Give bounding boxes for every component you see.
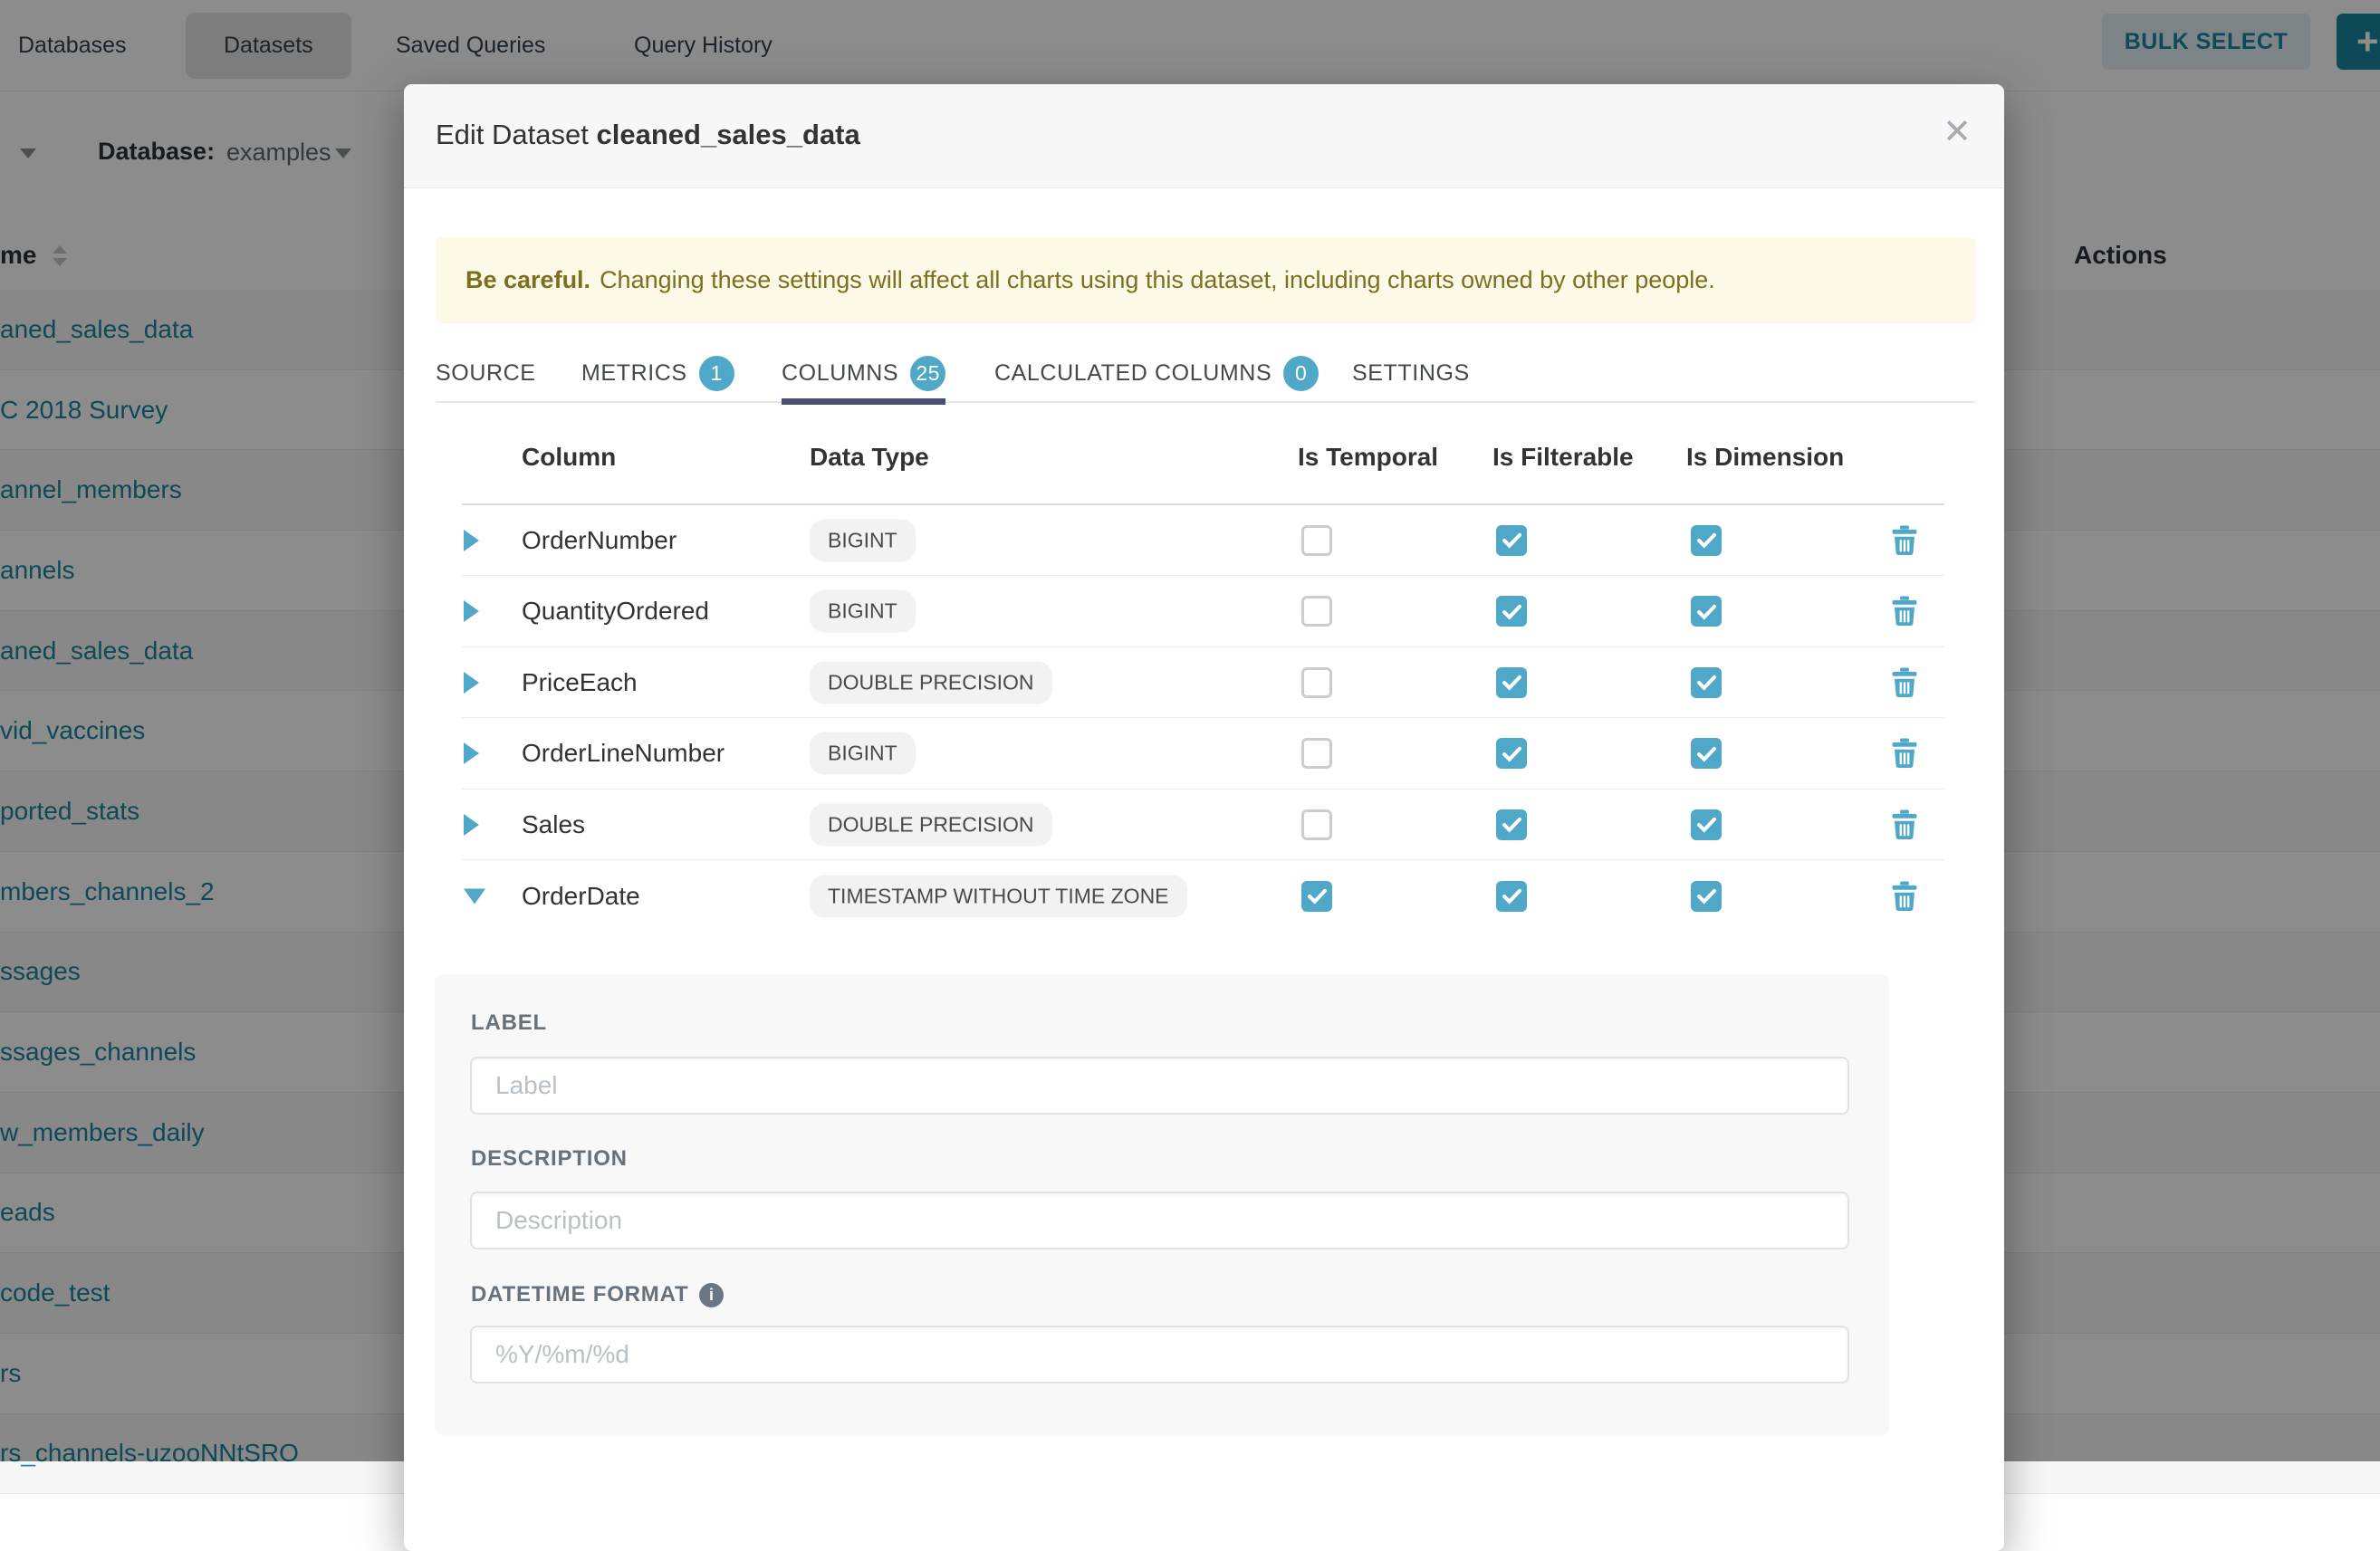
is-temporal-checkbox[interactable] [1301,809,1332,840]
column-row-OrderLineNumber: OrderLineNumber BIGINT [462,718,1944,790]
is-temporal-checkbox[interactable] [1301,881,1332,912]
description-input[interactable] [470,1192,1849,1249]
caret-right-icon [464,742,479,764]
delete-column-icon[interactable] [1891,525,1918,555]
data-type-pill: TIMESTAMP WITHOUT TIME ZONE [810,875,1187,917]
tab-source[interactable]: SOURCE [436,345,536,401]
delete-column-icon[interactable] [1891,597,1918,627]
column-name: PriceEach [522,668,638,697]
description-field-label: DESCRIPTION [471,1146,628,1172]
modal-title-dataset-name: cleaned_sales_data [597,119,860,150]
columns-table-header-column: Column [522,443,616,472]
tab-count-badge: 25 [910,356,945,391]
modal-header: Edit Dataset cleaned_sales_data ✕ [404,84,2004,188]
info-icon[interactable]: i [699,1283,724,1307]
is-dimension-checkbox[interactable] [1691,738,1722,769]
tab-label: COLUMNS [782,360,898,387]
column-detail-panel: LABEL DESCRIPTION DATETIME FORMAT i [435,974,1889,1435]
column-row-OrderDate: OrderDate TIMESTAMP WITHOUT TIME ZONE [462,860,1944,932]
column-row-OrderNumber: OrderNumber BIGINT [462,504,1944,576]
warning-banner-text: Changing these settings will affect all … [600,266,1715,294]
is-dimension-checkbox[interactable] [1691,667,1722,698]
column-row-Sales: Sales DOUBLE PRECISION [462,789,1944,860]
column-row-QuantityOrdered: QuantityOrdered BIGINT [462,576,1944,647]
datetime-format-label-text: DATETIME FORMAT [471,1282,688,1307]
is-temporal-checkbox[interactable] [1301,738,1332,769]
expand-caret-icon[interactable] [464,530,479,551]
data-type-pill: BIGINT [810,732,916,775]
is-filterable-checkbox[interactable] [1496,738,1527,769]
is-temporal-checkbox[interactable] [1301,667,1332,698]
column-row-PriceEach: PriceEach DOUBLE PRECISION [462,646,1944,718]
delete-column-icon[interactable] [1891,739,1918,769]
expand-caret-icon[interactable] [464,600,479,622]
modal-title: Edit Dataset cleaned_sales_data [436,119,860,151]
tab-calculated-columns[interactable]: CALCULATED COLUMNS 0 [994,345,1319,401]
tab-label: CALCULATED COLUMNS [994,360,1272,387]
is-filterable-checkbox[interactable] [1496,881,1527,912]
caret-right-icon [464,672,479,694]
tab-settings[interactable]: SETTINGS [1352,345,1470,401]
data-type-pill: DOUBLE PRECISION [810,803,1052,846]
tab-label: METRICS [581,360,687,387]
warning-banner-bold: Be careful. [465,266,590,294]
edit-dataset-modal: Edit Dataset cleaned_sales_data ✕ Be car… [404,84,2004,1551]
column-name: QuantityOrdered [522,597,709,626]
delete-column-icon[interactable] [1891,667,1918,697]
modal-title-prefix: Edit Dataset [436,119,589,150]
expand-caret-icon[interactable] [464,672,479,694]
is-dimension-checkbox[interactable] [1691,809,1722,840]
caret-right-icon [464,600,479,622]
modal-tabs: SOURCE METRICS 1 COLUMNS 25 CALCULATED COLUMN… [436,345,1975,403]
column-name: OrderNumber [522,526,677,555]
expand-caret-icon[interactable] [464,814,479,836]
is-temporal-checkbox[interactable] [1301,525,1332,556]
columns-table-header-is-filterable: Is Filterable [1492,443,1634,472]
is-dimension-checkbox[interactable] [1691,881,1722,912]
column-name: Sales [522,810,585,839]
collapse-caret-icon[interactable] [464,888,485,904]
delete-column-icon[interactable] [1891,809,1918,839]
is-dimension-checkbox[interactable] [1691,596,1722,627]
is-filterable-checkbox[interactable] [1496,809,1527,840]
column-name: OrderLineNumber [522,739,725,768]
column-name: OrderDate [522,882,640,911]
columns-table-header-is-temporal: Is Temporal [1298,443,1438,472]
label-field-label: LABEL [471,1010,547,1036]
is-temporal-checkbox[interactable] [1301,596,1332,627]
is-filterable-checkbox[interactable] [1496,667,1527,698]
columns-table-header-data-type: Data Type [810,443,929,472]
tab-label: SETTINGS [1352,360,1470,387]
datetime-format-field-label: DATETIME FORMAT i [471,1282,724,1307]
data-type-pill: DOUBLE PRECISION [810,661,1052,704]
close-icon[interactable]: ✕ [1943,115,1972,149]
tab-count-badge: 1 [699,356,734,391]
columns-table-header-is-dimension: Is Dimension [1686,443,1844,472]
data-type-pill: BIGINT [810,519,916,561]
datetime-format-input[interactable] [470,1326,1849,1383]
is-dimension-checkbox[interactable] [1691,525,1722,556]
tab-metrics[interactable]: METRICS 1 [581,345,734,401]
is-filterable-checkbox[interactable] [1496,596,1527,627]
caret-right-icon [464,530,479,551]
label-input[interactable] [470,1057,1849,1115]
data-type-pill: BIGINT [810,590,916,633]
caret-down-icon [464,888,485,904]
expand-caret-icon[interactable] [464,742,479,764]
delete-column-icon[interactable] [1891,881,1918,911]
tab-count-badge: 0 [1283,356,1319,391]
caret-right-icon [464,814,479,836]
warning-banner: Be careful. Changing these settings will … [436,237,1975,323]
tab-label: SOURCE [436,360,536,387]
tab-columns[interactable]: COLUMNS 25 [782,345,945,401]
is-filterable-checkbox[interactable] [1496,525,1527,556]
